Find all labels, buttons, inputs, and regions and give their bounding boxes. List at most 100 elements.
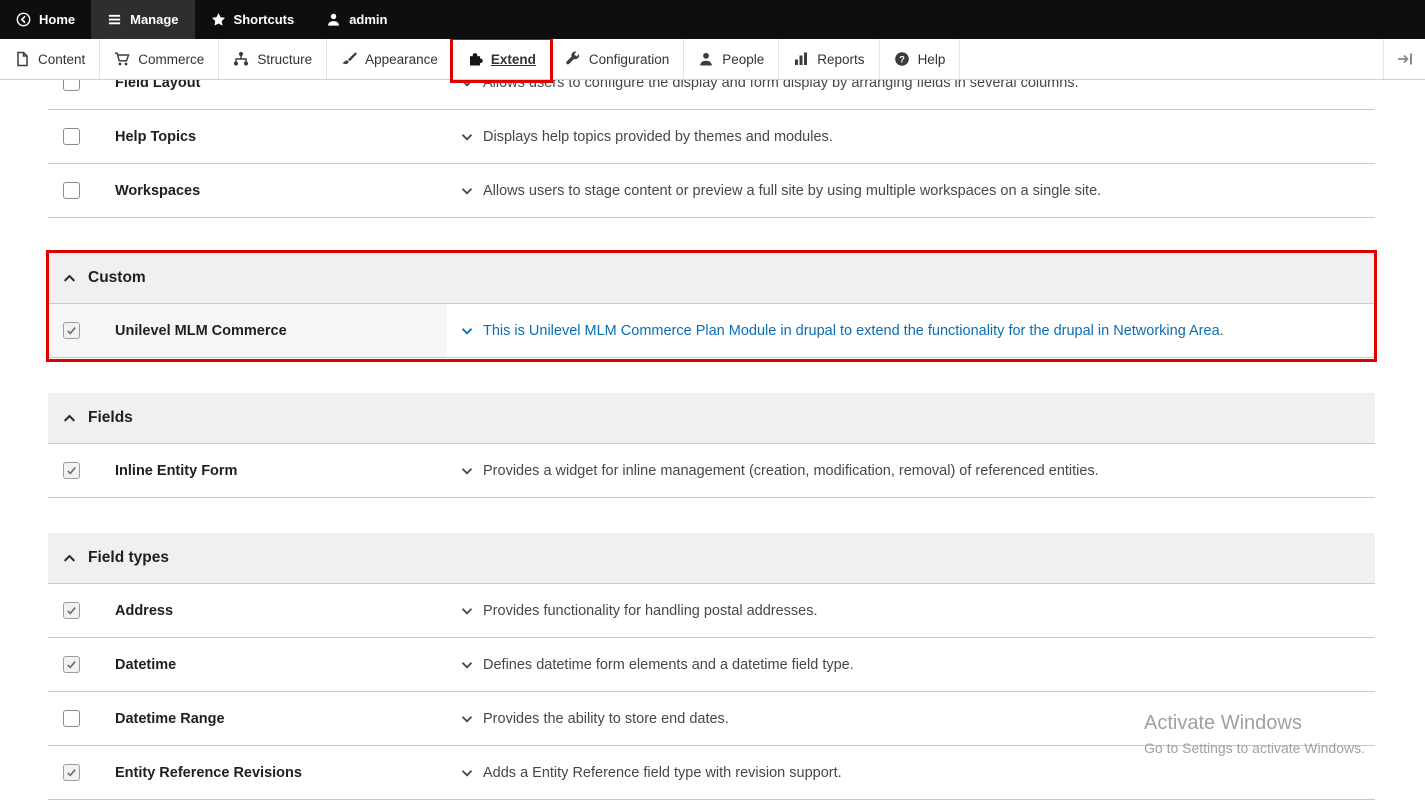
module-checkbox[interactable] <box>63 602 80 619</box>
module-row: Workspaces Allows users to stage content … <box>48 164 1375 218</box>
section-header[interactable]: Field types <box>48 533 1375 584</box>
chevron-down-icon[interactable] <box>460 658 474 672</box>
tab-label: People <box>722 52 764 67</box>
toolbar-collapse-button[interactable] <box>1383 39 1425 79</box>
chevron-down-icon[interactable] <box>460 766 474 780</box>
tab-people[interactable]: People <box>684 39 779 79</box>
module-checkbox[interactable] <box>63 462 80 479</box>
module-checkbox[interactable] <box>63 710 80 727</box>
person-icon <box>698 51 714 67</box>
tab-label: Configuration <box>589 52 669 67</box>
tab-appearance[interactable]: Appearance <box>327 39 453 79</box>
module-section-fields: Fields Inline Entity FormProvides a widge… <box>48 393 1375 498</box>
section-title: Fields <box>88 409 133 427</box>
module-description-text: This is Unilevel MLM Commerce Plan Modul… <box>483 323 1224 339</box>
module-description: Allows users to stage content or preview… <box>460 183 1101 199</box>
file-icon <box>14 51 30 67</box>
section-title: Custom <box>88 269 146 287</box>
module-name: Workspaces <box>115 183 460 199</box>
module-description: Provides the ability to store end dates. <box>460 711 729 727</box>
menu-icon <box>107 12 122 27</box>
module-name: Address <box>115 603 460 619</box>
toolbar-item-shortcuts[interactable]: Shortcuts <box>195 0 311 39</box>
star-icon <box>211 12 226 27</box>
tab-label: Structure <box>257 52 312 67</box>
module-description: Displays help topics provided by themes … <box>460 129 833 145</box>
module-name: Datetime Range <box>115 711 460 727</box>
module-row: Unilevel MLM Commerce This is Unilevel ML… <box>48 304 1375 358</box>
chevron-down-icon[interactable] <box>460 324 474 338</box>
module-description-text: Allows users to stage content or preview… <box>483 183 1101 199</box>
module-description: Provides functionality for handling post… <box>460 603 818 619</box>
chevron-up-icon[interactable] <box>62 411 77 426</box>
module-row: Datetime Defines datetime form elements a… <box>48 638 1375 692</box>
module-checkbox[interactable] <box>63 128 80 145</box>
module-name: Datetime <box>115 657 460 673</box>
module-description: Adds a Entity Reference field type with … <box>460 765 842 781</box>
toolbar-item-admin[interactable]: admin <box>310 0 403 39</box>
toolbar-item-label: Manage <box>130 12 178 27</box>
wrench-icon <box>565 51 581 67</box>
tab-label: Extend <box>491 52 536 67</box>
tab-label: Appearance <box>365 52 438 67</box>
module-checkbox[interactable] <box>63 182 80 199</box>
chevron-down-icon[interactable] <box>460 712 474 726</box>
module-list: Field LayoutAllows users to configure th… <box>48 56 1375 800</box>
section-title: Field types <box>88 549 169 567</box>
module-section-custom: Custom Unilevel MLM Commerce This is Unile… <box>48 253 1375 358</box>
bar-chart-icon <box>793 51 809 67</box>
help-icon: ? <box>894 51 910 67</box>
module-description-text: Adds a Entity Reference field type with … <box>483 765 842 781</box>
tab-content[interactable]: Content <box>0 39 100 79</box>
module-checkbox[interactable] <box>63 764 80 781</box>
module-description-text: Provides functionality for handling post… <box>483 603 818 619</box>
tab-label: Help <box>918 52 946 67</box>
toolbar-item-label: Home <box>39 12 75 27</box>
module-table-top: Field LayoutAllows users to configure th… <box>48 56 1375 218</box>
tab-configuration[interactable]: Configuration <box>551 39 684 79</box>
module-description-text: Defines datetime form elements and a dat… <box>483 657 854 673</box>
module-description: This is Unilevel MLM Commerce Plan Modul… <box>460 323 1224 339</box>
admin-toolbar: Home Manage Shortcuts admin <box>0 0 1425 39</box>
tab-reports[interactable]: Reports <box>779 39 879 79</box>
module-row: Inline Entity FormProvides a widget for … <box>48 444 1375 498</box>
cart-icon <box>114 51 130 67</box>
module-row: Datetime Range Provides the ability to st… <box>48 692 1375 746</box>
section-header[interactable]: Custom <box>48 253 1375 304</box>
tab-label: Reports <box>817 52 864 67</box>
module-row: Help Topics Displays help topics provided… <box>48 110 1375 164</box>
module-checkbox[interactable] <box>63 322 80 339</box>
toolbar-item-label: Shortcuts <box>234 12 295 27</box>
chevron-down-icon[interactable] <box>460 184 474 198</box>
module-checkbox[interactable] <box>63 656 80 673</box>
puzzle-icon <box>467 51 483 67</box>
module-description: Defines datetime form elements and a dat… <box>460 657 854 673</box>
module-sections: Custom Unilevel MLM Commerce This is Unile… <box>48 253 1375 800</box>
tab-commerce[interactable]: Commerce <box>100 39 219 79</box>
toolbar-item-manage[interactable]: Manage <box>91 0 194 39</box>
tab-label: Content <box>38 52 85 67</box>
module-description: Provides a widget for inline management … <box>460 463 1099 479</box>
module-name: Help Topics <box>115 129 460 145</box>
module-description-text: Displays help topics provided by themes … <box>483 129 833 145</box>
section-header[interactable]: Fields <box>48 393 1375 444</box>
chevron-down-icon[interactable] <box>460 130 474 144</box>
toolbar-item-label: admin <box>349 12 387 27</box>
chevron-up-icon[interactable] <box>62 551 77 566</box>
module-description-text: Provides the ability to store end dates. <box>483 711 729 727</box>
chevron-down-icon[interactable] <box>460 464 474 478</box>
chevron-up-icon[interactable] <box>62 271 77 286</box>
module-name: Unilevel MLM Commerce <box>115 323 460 339</box>
tab-help[interactable]: ? Help <box>880 39 961 79</box>
back-icon <box>16 12 31 27</box>
toolbar-item-home[interactable]: Home <box>0 0 91 39</box>
tab-structure[interactable]: Structure <box>219 39 327 79</box>
tab-label: Commerce <box>138 52 204 67</box>
module-name: Inline Entity Form <box>115 463 460 479</box>
module-section-field-types: Field types Address Provides functionality… <box>48 533 1375 800</box>
brush-icon <box>341 51 357 67</box>
chevron-down-icon[interactable] <box>460 604 474 618</box>
module-row: Address Provides functionality for handli… <box>48 584 1375 638</box>
tab-extend[interactable]: Extend <box>453 39 551 79</box>
module-row: Entity Reference RevisionsAdds a Entity … <box>48 746 1375 800</box>
